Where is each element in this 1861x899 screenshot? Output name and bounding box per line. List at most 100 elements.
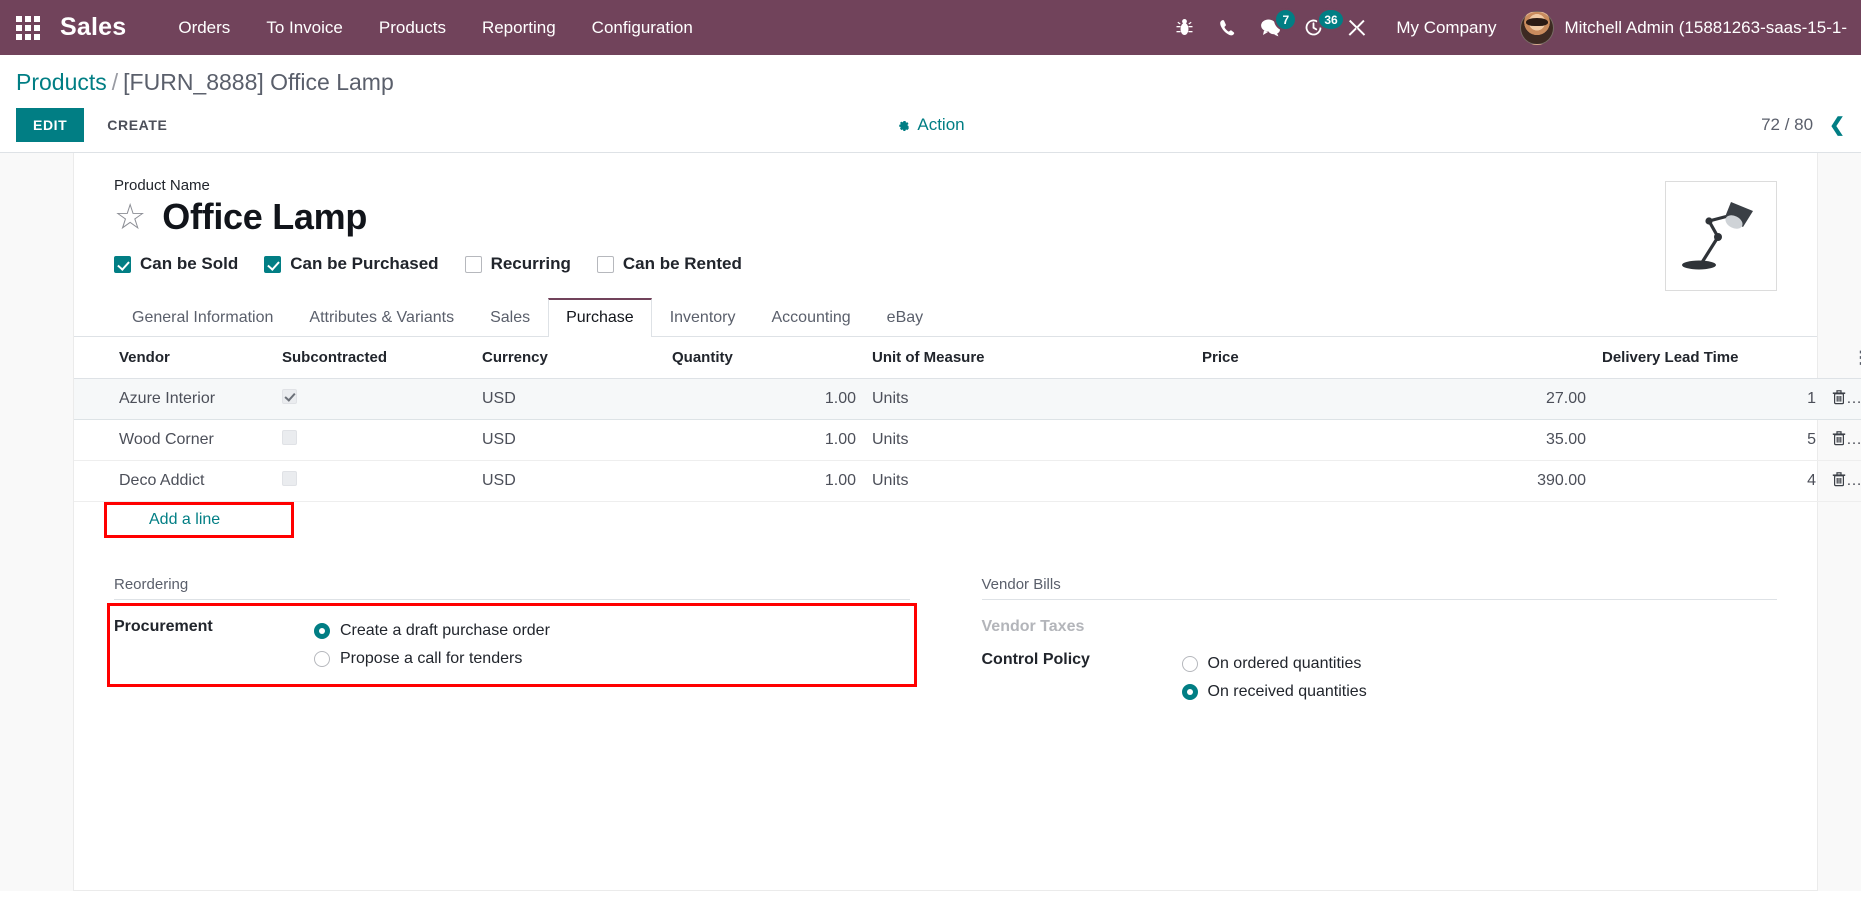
vertical-dots-icon: ⋮ bbox=[1832, 349, 1861, 366]
cell-currency[interactable]: USD bbox=[474, 419, 664, 461]
menu-reporting[interactable]: Reporting bbox=[464, 0, 574, 55]
checkbox-recurring-label: Recurring bbox=[490, 254, 571, 273]
radio-on-received-quantities-button[interactable] bbox=[1181, 684, 1198, 700]
row-subcontracted-checkbox[interactable] bbox=[282, 471, 297, 486]
apps-menu-button[interactable] bbox=[0, 0, 56, 55]
tab-sales[interactable]: Sales bbox=[472, 298, 548, 337]
table-body: Azure Interior USD 1.00 Units 27.00 1 … … bbox=[74, 378, 1861, 502]
menu-configuration[interactable]: Configuration bbox=[574, 0, 711, 55]
add-a-line-button[interactable]: Add a line bbox=[104, 502, 294, 538]
create-button[interactable]: CREATE bbox=[92, 108, 182, 142]
radio-on-ordered-quantities[interactable]: On ordered quantities bbox=[1181, 650, 1778, 678]
pager-previous-button[interactable]: ❮ bbox=[1829, 114, 1845, 137]
cell-quantity[interactable]: 1.00 bbox=[664, 419, 864, 461]
radio-create-draft-purchase-order-button[interactable] bbox=[314, 623, 330, 639]
cell-quantity[interactable]: 1.00 bbox=[664, 460, 864, 502]
row-delete-button[interactable]: … bbox=[1824, 419, 1861, 461]
form-groups: Reordering Procurement Create a draft pu… bbox=[107, 576, 1778, 743]
checkbox-can-be-sold-label: Can be Sold bbox=[140, 254, 239, 273]
cell-vendor[interactable]: Azure Interior bbox=[74, 378, 274, 420]
procurement-highlight-box: Procurement Create a draft purchase orde… bbox=[107, 603, 917, 687]
checkbox-can-be-rented[interactable]: Can be Rented bbox=[596, 254, 742, 274]
checkbox-can-be-sold-box[interactable] bbox=[114, 255, 131, 273]
group-vendor-bills: Vendor Bills Vendor Taxes Control Policy… bbox=[981, 576, 1778, 713]
activities-clock-icon[interactable]: 36 bbox=[1292, 0, 1345, 55]
checkbox-can-be-sold[interactable]: Can be Sold bbox=[114, 254, 238, 274]
column-header-unit-of-measure[interactable]: Unit of Measure bbox=[864, 337, 1194, 379]
phone-icon[interactable] bbox=[1206, 0, 1249, 55]
bug-icon[interactable] bbox=[1163, 0, 1206, 55]
row-subcontracted-checkbox[interactable] bbox=[282, 389, 297, 404]
trash-icon bbox=[1832, 390, 1846, 405]
checkbox-recurring-box[interactable] bbox=[464, 255, 482, 273]
app-brand-sales[interactable]: Sales bbox=[60, 13, 126, 42]
cell-unit-of-measure[interactable]: Units bbox=[864, 419, 1194, 461]
row-delete-button[interactable]: … bbox=[1824, 460, 1861, 502]
field-row-vendor-taxes: Vendor Taxes bbox=[982, 610, 1778, 643]
cell-price[interactable]: 390.00 bbox=[1194, 460, 1594, 502]
cell-unit-of-measure[interactable]: Units bbox=[864, 378, 1194, 420]
menu-orders[interactable]: Orders bbox=[160, 0, 248, 55]
radio-on-received-quantities[interactable]: On received quantities bbox=[1181, 678, 1778, 706]
radio-create-draft-purchase-order[interactable]: Create a draft purchase order bbox=[314, 617, 910, 645]
column-header-quantity[interactable]: Quantity bbox=[664, 337, 864, 379]
cell-vendor[interactable]: Wood Corner bbox=[74, 419, 274, 461]
tab-attributes-variants[interactable]: Attributes & Variants bbox=[291, 298, 472, 337]
tab-purchase[interactable]: Purchase bbox=[548, 298, 652, 337]
row-subcontracted-checkbox[interactable] bbox=[282, 430, 297, 445]
column-header-subcontracted[interactable]: Subcontracted bbox=[274, 337, 474, 379]
breadcrumb-products[interactable]: Products bbox=[16, 69, 107, 95]
label-procurement: Procurement bbox=[114, 618, 213, 635]
optional-columns-toggle[interactable]: ⋮ bbox=[1824, 337, 1861, 379]
cell-quantity[interactable]: 1.00 bbox=[664, 378, 864, 420]
menu-to-invoice[interactable]: To Invoice bbox=[248, 0, 361, 55]
cell-price[interactable]: 35.00 bbox=[1194, 419, 1594, 461]
user-menu[interactable]: Mitchell Admin (15881263-saas-15-1- bbox=[1514, 10, 1847, 45]
cell-currency[interactable]: USD bbox=[474, 378, 664, 420]
cell-subcontracted[interactable] bbox=[274, 419, 474, 461]
cell-delivery-lead-time[interactable]: 1 bbox=[1594, 378, 1824, 420]
column-header-vendor[interactable]: Vendor bbox=[74, 337, 274, 379]
cell-vendor[interactable]: Deco Addict bbox=[74, 460, 274, 502]
tools-icon[interactable] bbox=[1335, 0, 1378, 55]
radio-propose-call-for-tenders-button[interactable] bbox=[314, 651, 330, 667]
page-title: Office Lamp bbox=[162, 196, 368, 237]
table-row[interactable]: Azure Interior USD 1.00 Units 27.00 1 … bbox=[74, 378, 1861, 420]
group-title-vendor-bills: Vendor Bills bbox=[981, 576, 1777, 600]
checkbox-can-be-rented-box[interactable] bbox=[596, 255, 614, 273]
cell-delivery-lead-time[interactable]: 5 bbox=[1594, 419, 1824, 461]
row-delete-button[interactable]: … bbox=[1824, 378, 1861, 420]
column-header-delivery-lead-time[interactable]: Delivery Lead Time bbox=[1594, 337, 1824, 379]
radio-on-ordered-quantities-button[interactable] bbox=[1181, 656, 1198, 672]
avatar bbox=[1520, 10, 1555, 45]
radio-propose-call-for-tenders[interactable]: Propose a call for tenders bbox=[314, 645, 910, 673]
cell-currency[interactable]: USD bbox=[474, 460, 664, 502]
cell-delivery-lead-time[interactable]: 4 bbox=[1594, 460, 1824, 502]
gear-icon bbox=[899, 120, 910, 131]
menu-products[interactable]: Products bbox=[361, 0, 464, 55]
tab-general-information[interactable]: General Information bbox=[114, 298, 291, 337]
messages-icon[interactable]: 7 bbox=[1249, 0, 1298, 55]
radio-create-draft-purchase-order-label: Create a draft purchase order bbox=[340, 622, 550, 639]
column-header-currency[interactable]: Currency bbox=[474, 337, 664, 379]
pager-count: 72 / 80 bbox=[1761, 115, 1814, 134]
edit-button[interactable]: EDIT bbox=[16, 108, 85, 142]
checkbox-can-be-purchased-box[interactable] bbox=[264, 255, 282, 273]
tab-accounting[interactable]: Accounting bbox=[754, 298, 869, 337]
action-button[interactable]: Action bbox=[896, 115, 965, 135]
tab-ebay[interactable]: eBay bbox=[869, 298, 941, 337]
cell-price[interactable]: 27.00 bbox=[1194, 378, 1594, 420]
company-switcher[interactable]: My Company bbox=[1378, 18, 1514, 38]
cell-subcontracted[interactable] bbox=[274, 460, 474, 502]
cell-subcontracted[interactable] bbox=[274, 378, 474, 420]
cell-unit-of-measure[interactable]: Units bbox=[864, 460, 1194, 502]
product-image[interactable] bbox=[1665, 181, 1777, 291]
star-outline-icon[interactable]: ☆ bbox=[114, 199, 146, 235]
checkbox-recurring[interactable]: Recurring bbox=[464, 254, 571, 274]
tab-inventory[interactable]: Inventory bbox=[652, 298, 754, 337]
table-row[interactable]: Wood Corner USD 1.00 Units 35.00 5 … bbox=[74, 419, 1861, 461]
table-row[interactable]: Deco Addict USD 1.00 Units 390.00 4 … bbox=[74, 460, 1861, 502]
column-header-price[interactable]: Price bbox=[1194, 337, 1594, 379]
checkbox-can-be-purchased[interactable]: Can be Purchased bbox=[264, 254, 439, 274]
procurement-radio-group: Create a draft purchase order Propose a … bbox=[314, 617, 910, 673]
